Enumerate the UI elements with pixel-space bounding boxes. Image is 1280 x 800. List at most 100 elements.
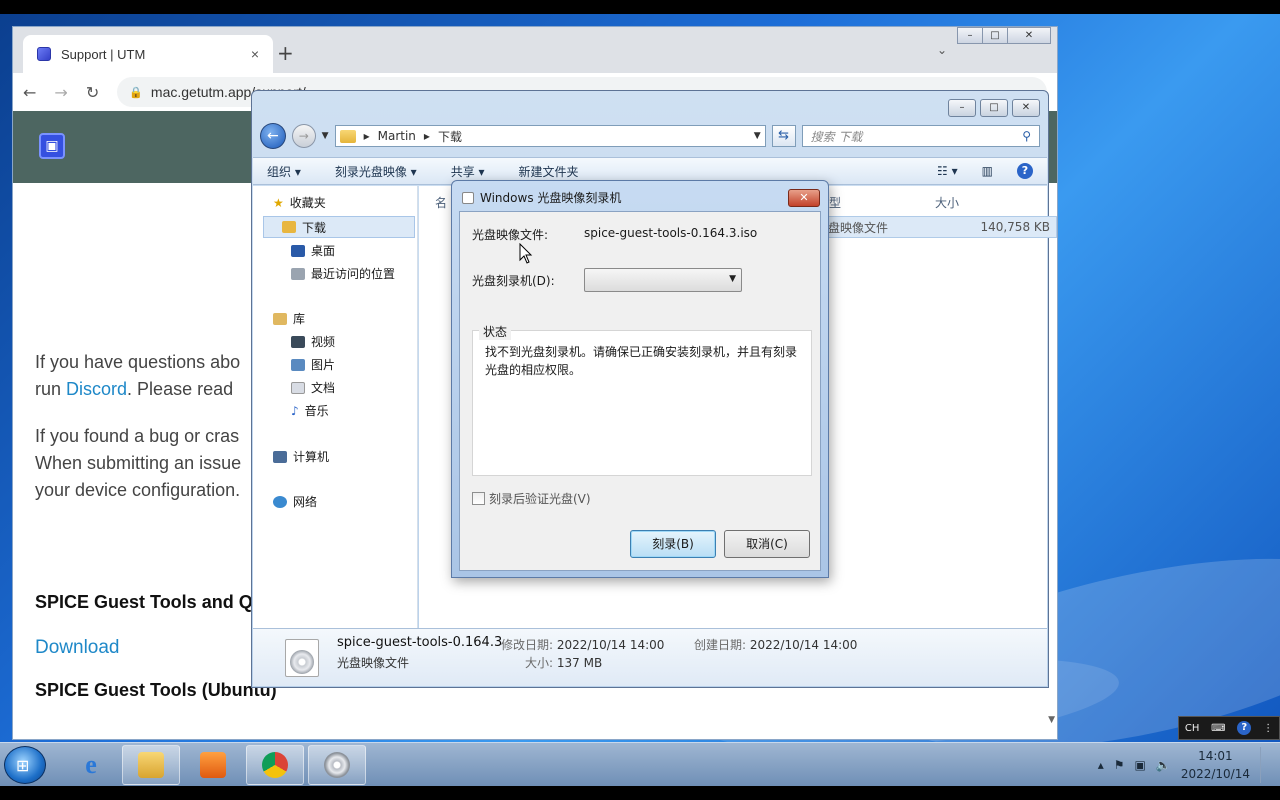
para-line: run Discord. Please read xyxy=(35,376,240,403)
size-label: 大小: xyxy=(525,656,554,670)
para-questions: If you have questions abo run Discord. P… xyxy=(35,349,240,403)
nav-desktop[interactable]: 桌面 xyxy=(291,242,335,259)
section-heading: SPICE Guest Tools and Q xyxy=(35,592,253,612)
column-header-type[interactable]: 型 xyxy=(829,194,841,211)
details-pane: spice-guest-tools-0.164.3 光盘映像文件 修改日期: 2… xyxy=(253,628,1047,686)
search-input[interactable]: 搜索 下载 ⚲ xyxy=(801,125,1040,147)
para-line: If you found a bug or cras xyxy=(35,426,240,446)
nav-label: 库 xyxy=(293,312,306,326)
nav-label: 最近访问的位置 xyxy=(311,267,396,281)
reload-icon[interactable]: ↻ xyxy=(86,83,99,102)
download-link[interactable]: Download xyxy=(35,637,120,658)
para-text: run xyxy=(35,379,67,399)
windows-logo-icon: ⊞ xyxy=(16,756,30,775)
tab-close-icon[interactable]: × xyxy=(251,46,259,62)
maximize-button[interactable]: □ xyxy=(982,27,1008,44)
help-icon[interactable]: ? xyxy=(1017,163,1033,179)
start-button[interactable]: ⊞ xyxy=(4,746,46,784)
breadcrumb-item[interactable]: Martin xyxy=(378,129,416,143)
nav-label: 音乐 xyxy=(304,404,329,418)
nav-music[interactable]: ♪ 音乐 xyxy=(291,402,329,419)
explorer-maximize-button[interactable]: □ xyxy=(980,99,1008,117)
action-center-flag-icon[interactable]: ⚑ xyxy=(1114,758,1125,772)
scroll-down-arrow[interactable]: ▼ xyxy=(1048,715,1055,725)
disc-burner-icon xyxy=(462,191,474,204)
checkbox-box[interactable] xyxy=(472,492,485,505)
close-button[interactable]: ✕ xyxy=(1007,27,1051,44)
details-size: 大小: 137 MB xyxy=(525,654,602,671)
new-tab-button[interactable]: + xyxy=(277,41,294,65)
nav-libraries[interactable]: 库 xyxy=(273,310,305,327)
burn-disc-image-button[interactable]: 刻录光盘映像 ▾ xyxy=(335,163,417,180)
nav-downloads[interactable]: 下载 xyxy=(263,216,415,238)
image-file-label: 光盘映像文件: xyxy=(472,228,549,242)
nav-videos[interactable]: 视频 xyxy=(291,333,335,350)
details-created: 创建日期: 2022/10/14 14:00 xyxy=(694,636,857,653)
discord-link[interactable]: Discord xyxy=(66,379,127,399)
breadcrumb-item[interactable]: 下载 xyxy=(438,128,462,145)
network-icon[interactable]: ▣ xyxy=(1135,758,1146,772)
created-label: 创建日期: xyxy=(694,638,747,652)
dialog-close-button[interactable]: ✕ xyxy=(788,189,820,207)
forward-icon[interactable]: → xyxy=(291,124,316,148)
explorer-minimize-button[interactable]: – xyxy=(948,99,976,117)
utm-logo-icon[interactable]: ▣ xyxy=(39,133,65,159)
nav-favorites[interactable]: ★ 收藏夹 xyxy=(273,194,326,211)
show-hidden-icons[interactable]: ▴ xyxy=(1098,758,1104,772)
view-options-icon[interactable]: ☷ ▾ xyxy=(937,164,958,178)
search-icon[interactable]: ⚲ xyxy=(1022,129,1031,143)
preview-pane-icon[interactable]: ▥ xyxy=(982,164,993,178)
chevron-right-icon[interactable]: ▸ xyxy=(364,129,370,143)
tab-support-utm[interactable]: Support | UTM × xyxy=(23,35,273,73)
spice-ubuntu-heading: SPICE Guest Tools (Ubuntu) xyxy=(35,677,277,704)
clock[interactable]: 14:01 2022/10/14 xyxy=(1181,747,1250,783)
help-icon[interactable]: ? xyxy=(1237,721,1252,735)
taskbar-ie[interactable]: e xyxy=(62,745,120,785)
nav-documents[interactable]: 文档 xyxy=(291,379,335,396)
burner-select[interactable]: ▼ xyxy=(584,268,742,292)
nav-recent[interactable]: 最近访问的位置 xyxy=(291,265,395,282)
refresh-button[interactable]: ⇆ xyxy=(771,125,796,147)
disc-image-icon xyxy=(285,639,319,677)
back-icon[interactable]: ← xyxy=(260,123,286,149)
volume-icon[interactable]: 🔈 xyxy=(1156,758,1171,772)
organize-button[interactable]: 组织 ▾ xyxy=(267,163,301,180)
forward-icon[interactable]: → xyxy=(54,83,67,102)
chevron-down-icon: ▼ xyxy=(729,274,736,284)
address-bar[interactable]: ▸ Martin ▸ 下载 ▼ xyxy=(334,125,766,147)
taskbar-chrome[interactable] xyxy=(246,745,304,785)
search-placeholder: 搜索 下载 xyxy=(810,129,863,144)
taskbar: ⊞ e ▴ ⚑ ▣ 🔈 14:01 2022/10/14 xyxy=(0,742,1280,786)
file-row-iso[interactable]: 盘映像文件 140,758 KB xyxy=(821,216,1057,238)
chevron-right-icon[interactable]: ▸ xyxy=(424,129,430,143)
language-indicator[interactable]: CH xyxy=(1185,723,1200,734)
taskbar-explorer[interactable] xyxy=(122,745,180,785)
burn-button[interactable]: 刻录(B) xyxy=(630,530,716,558)
taskbar-media-player[interactable] xyxy=(184,745,242,785)
new-folder-button[interactable]: 新建文件夹 xyxy=(519,163,579,180)
keyboard-icon[interactable]: ⌨ xyxy=(1211,723,1225,734)
minimize-button[interactable]: – xyxy=(957,27,983,44)
network-icon xyxy=(273,495,287,508)
desktop-icon xyxy=(291,244,305,257)
address-dropdown-icon[interactable]: ▼ xyxy=(754,131,761,141)
burner-label: 光盘刻录机(D): xyxy=(472,274,555,288)
column-header-size[interactable]: 大小 xyxy=(935,194,959,211)
history-dropdown-icon[interactable]: ▼ xyxy=(322,131,329,141)
taskbar-disc-burner[interactable] xyxy=(308,745,366,785)
options-icon[interactable]: ⋮ xyxy=(1263,723,1273,734)
star-icon: ★ xyxy=(273,195,284,210)
nav-network[interactable]: 网络 xyxy=(273,493,317,510)
nav-pictures[interactable]: 图片 xyxy=(291,356,335,373)
column-header-name[interactable]: 名 xyxy=(435,194,447,211)
nav-computer[interactable]: 计算机 xyxy=(273,448,329,465)
dialog-title-bar: Windows 光盘映像刻录机 xyxy=(462,189,621,206)
share-button[interactable]: 共享 ▾ xyxy=(451,163,485,180)
cancel-button[interactable]: 取消(C) xyxy=(724,530,810,558)
tab-search-icon[interactable]: ⌄ xyxy=(937,43,947,57)
back-icon[interactable]: ← xyxy=(23,83,36,102)
verify-disc-checkbox[interactable]: 刻录后验证光盘(V) xyxy=(472,490,591,507)
explorer-close-button[interactable]: ✕ xyxy=(1012,99,1040,117)
nav-label: 收藏夹 xyxy=(289,196,326,210)
show-desktop-button[interactable] xyxy=(1260,747,1270,783)
